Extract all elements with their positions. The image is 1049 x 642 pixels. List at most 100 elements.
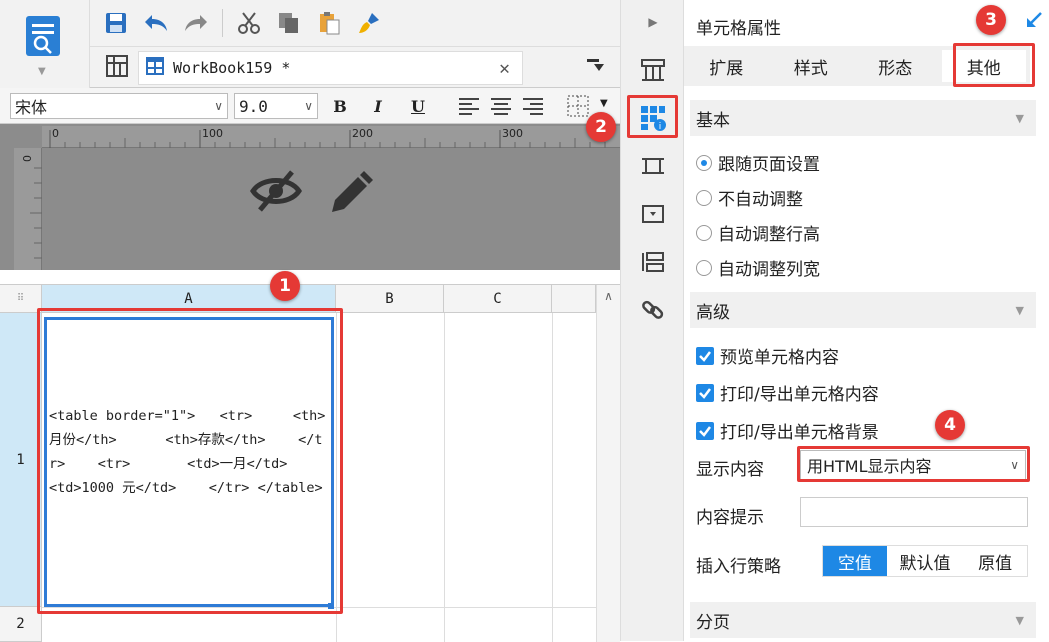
- radio-label: 不自动调整: [718, 190, 803, 210]
- paging-section-header[interactable]: 分页 ▼: [690, 602, 1036, 638]
- align-left-icon[interactable]: [458, 97, 480, 119]
- ruler-mark: 100: [202, 127, 223, 140]
- widget-icon[interactable]: [633, 194, 673, 234]
- annotation-badge-1: 1: [270, 271, 300, 301]
- content-hint-label: 内容提示: [696, 508, 764, 528]
- grid-line: [444, 313, 445, 642]
- expand-arrow-icon[interactable]: ▶: [633, 2, 673, 42]
- tab-form[interactable]: 形态: [853, 46, 938, 86]
- fill-handle[interactable]: [328, 603, 334, 609]
- font-family-select[interactable]: 宋体 ∨: [10, 93, 228, 119]
- font-size-select[interactable]: 9.0 ∨: [234, 93, 318, 119]
- panel-toggle-icon[interactable]: [586, 57, 606, 79]
- basic-section-header[interactable]: 基本 ▼: [690, 100, 1036, 136]
- row-header-1[interactable]: 1: [0, 313, 42, 607]
- workbook-tab[interactable]: WorkBook159 * ✕: [138, 51, 523, 85]
- radio-label: 跟随页面设置: [718, 155, 820, 175]
- paging-section-title: 分页: [696, 612, 730, 633]
- insert-policy-default[interactable]: 默认值: [887, 546, 964, 576]
- copy-icon[interactable]: [271, 5, 307, 41]
- tab-style[interactable]: 样式: [769, 46, 854, 86]
- close-tab-icon[interactable]: ✕: [499, 58, 510, 79]
- cut-icon[interactable]: [231, 5, 267, 41]
- align-right-icon[interactable]: [522, 97, 544, 119]
- radio-icon: [696, 189, 712, 206]
- collapse-icon: ▼: [1015, 303, 1024, 317]
- check-print-content[interactable]: 打印/导出单元格内容: [696, 380, 879, 405]
- italic-button[interactable]: I: [364, 92, 392, 120]
- radio-selected-icon: [696, 154, 712, 171]
- report-logo-icon[interactable]: [24, 14, 62, 58]
- check-print-background[interactable]: 打印/导出单元格背景: [696, 418, 879, 443]
- hidden-eye-icon[interactable]: [250, 170, 302, 216]
- display-content-select[interactable]: 用HTML显示内容 ∨: [800, 450, 1026, 480]
- column-header-b[interactable]: B: [336, 285, 444, 313]
- undo-icon[interactable]: [138, 5, 174, 41]
- logo-dropdown-icon[interactable]: ▼: [38, 66, 46, 77]
- cell-element-icon[interactable]: [633, 50, 673, 90]
- paste-icon[interactable]: [311, 5, 347, 41]
- cell-properties-panel: 单元格属性 扩展 样式 形态 其他 基本 ▼ 跟随页面设置 不自动调整 自动调整…: [684, 0, 1049, 641]
- select-all-corner[interactable]: ⠿: [0, 285, 42, 313]
- font-family-value: 宋体: [15, 98, 48, 117]
- annotation-badge-3: 3: [976, 5, 1006, 35]
- grid-line: [552, 313, 553, 642]
- radio-auto-col-width[interactable]: 自动调整列宽: [696, 255, 820, 280]
- edit-pencil-icon[interactable]: [326, 170, 374, 222]
- insert-policy-group: 空值 默认值 原值: [822, 545, 1028, 577]
- radio-no-auto[interactable]: 不自动调整: [696, 185, 803, 210]
- radio-auto-row-height[interactable]: 自动调整行高: [696, 220, 820, 245]
- insert-policy-original[interactable]: 原值: [963, 546, 1027, 576]
- border-icon[interactable]: [566, 94, 590, 122]
- radio-label: 自动调整列宽: [718, 260, 820, 280]
- design-area: 0 100 200 300 0: [0, 124, 620, 270]
- border-frame-icon[interactable]: [633, 146, 673, 186]
- ruler-mark: 200: [352, 127, 373, 140]
- tab-other[interactable]: 其他: [941, 50, 1026, 82]
- horizontal-ruler: 0 100 200 300: [42, 126, 620, 148]
- panel-title: 单元格属性: [696, 19, 781, 39]
- grid-layout-icon[interactable]: [106, 55, 128, 81]
- radio-icon: [696, 259, 712, 276]
- scroll-up-icon[interactable]: ∧: [597, 289, 620, 303]
- column-header-c[interactable]: C: [444, 285, 552, 313]
- underline-button[interactable]: U: [404, 92, 432, 120]
- radio-label: 自动调整行高: [718, 225, 820, 245]
- quick-toolbar: [90, 0, 620, 46]
- grid-line: [336, 313, 337, 642]
- advanced-section-header[interactable]: 高级 ▼: [690, 292, 1036, 328]
- radio-follow-page[interactable]: 跟随页面设置: [696, 150, 820, 175]
- content-hint-input[interactable]: [800, 497, 1028, 527]
- svg-text:i: i: [659, 122, 662, 131]
- pin-arrow-icon[interactable]: [1024, 10, 1044, 34]
- workbook-tab-label: WorkBook159 *: [173, 59, 291, 77]
- format-toolbar: 宋体 ∨ 9.0 ∨ B I U ▼: [0, 88, 620, 124]
- hyperlink-icon[interactable]: [633, 290, 673, 330]
- app-logo-area: ▼: [0, 0, 90, 88]
- column-header-empty: [552, 285, 596, 313]
- checkbox-checked-icon: [696, 346, 714, 365]
- vertical-scrollbar[interactable]: ∧: [596, 285, 620, 642]
- display-content-label: 显示内容: [696, 460, 764, 480]
- redo-icon[interactable]: [178, 5, 214, 41]
- save-icon[interactable]: [98, 5, 134, 41]
- checkbox-checked-icon: [696, 421, 714, 440]
- tab-expand[interactable]: 扩展: [684, 46, 769, 86]
- ruler-mark: 0: [52, 127, 59, 140]
- row-header-2[interactable]: 2: [0, 607, 42, 642]
- check-label: 预览单元格内容: [720, 348, 839, 368]
- workbook-icon: [145, 56, 165, 80]
- border-dropdown-icon[interactable]: ▼: [600, 98, 608, 109]
- basic-section-title: 基本: [696, 110, 730, 131]
- conditional-style-icon[interactable]: [633, 242, 673, 282]
- cell-a1[interactable]: <table border="1"> <tr> <th>月份</th> <th>…: [44, 317, 334, 607]
- bold-button[interactable]: B: [326, 92, 354, 120]
- insert-policy-null[interactable]: 空值: [823, 546, 887, 576]
- collapse-icon: ▼: [1015, 613, 1024, 627]
- check-preview-content[interactable]: 预览单元格内容: [696, 343, 839, 368]
- align-center-icon[interactable]: [490, 97, 512, 119]
- workbook-tab-bar: WorkBook159 * ✕: [90, 46, 620, 88]
- cell-attribute-icon[interactable]: i: [633, 98, 673, 138]
- format-brush-icon[interactable]: [351, 5, 387, 41]
- radio-icon: [696, 224, 712, 241]
